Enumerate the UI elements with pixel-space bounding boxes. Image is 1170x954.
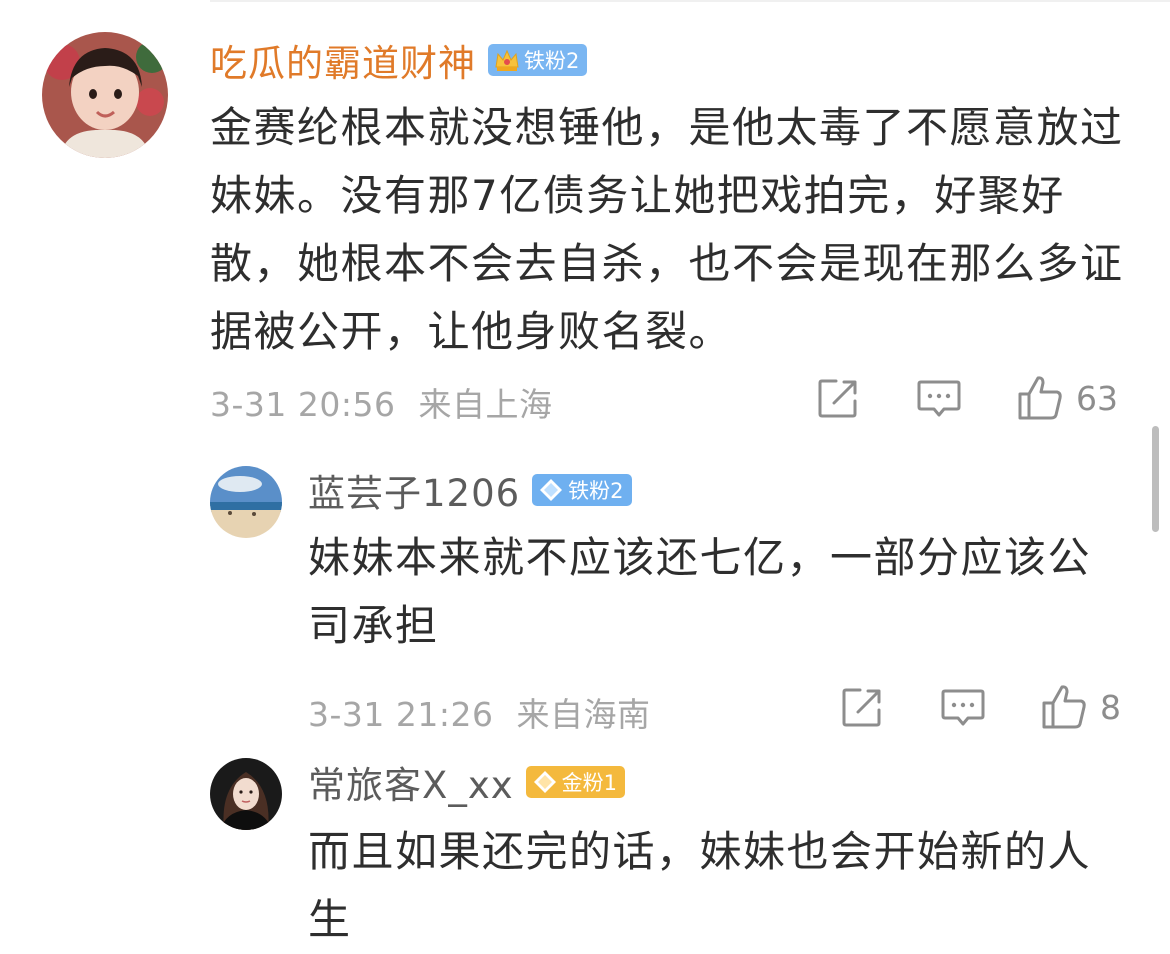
- repost-button[interactable]: [816, 376, 860, 420]
- like-button[interactable]: 8: [1040, 683, 1121, 731]
- comment-location: 来自海南: [516, 695, 651, 734]
- comment-location: 来自上海: [418, 385, 553, 424]
- like-button[interactable]: 63: [1016, 374, 1118, 422]
- author-name[interactable]: 吃瓜的霸道财神: [210, 33, 476, 87]
- crown-icon: [494, 47, 520, 73]
- comment-icon: [917, 380, 961, 417]
- comment-text: 而且如果还完的话，妹妹也会开始新的人生: [308, 827, 1092, 944]
- fan-badge-label: 铁粉2: [568, 479, 624, 503]
- avatar[interactable]: [42, 32, 168, 158]
- comment-time: 3-31 20:56: [210, 385, 396, 424]
- like-count: 8: [1100, 687, 1121, 727]
- author-name[interactable]: 蓝芸子1206: [308, 463, 520, 517]
- repost-button[interactable]: [840, 685, 884, 729]
- avatar[interactable]: [210, 466, 282, 538]
- comment-meta: 3-31 20:56 来自上海: [210, 378, 553, 426]
- comment-text: 金赛纶根本就没想锤他，是他太毒了不愿意放过妹妹。没有那7亿债务让她把戏拍完，好聚…: [210, 103, 1124, 356]
- like-icon: [1018, 376, 1062, 420]
- comment-time: 3-31 21:26: [308, 695, 494, 734]
- top-divider: [210, 0, 1170, 2]
- fan-badge[interactable]: 金粉1: [525, 766, 626, 798]
- diamond-icon: [538, 477, 564, 503]
- comment-button[interactable]: [916, 378, 962, 420]
- repost-icon: [842, 688, 881, 727]
- comment-icon: [941, 689, 985, 726]
- fan-badge[interactable]: 铁粉2: [532, 474, 632, 506]
- like-count: 63: [1076, 378, 1118, 418]
- comment-button[interactable]: [940, 687, 986, 729]
- fan-badge[interactable]: 铁粉2: [488, 44, 588, 76]
- avatar[interactable]: [210, 758, 282, 830]
- scrollbar[interactable]: [1152, 426, 1159, 532]
- like-icon: [1042, 685, 1086, 729]
- fan-badge-label: 铁粉2: [524, 49, 580, 73]
- author-name[interactable]: 常旅客X_xx: [308, 755, 514, 809]
- comment-meta: 3-31 21:26 来自海南: [308, 688, 651, 736]
- comment-text: 妹妹本来就不应该还七亿，一部分应该公司承担: [308, 533, 1092, 650]
- repost-icon: [818, 379, 857, 418]
- fan-badge-label: 金粉1: [561, 771, 618, 795]
- diamond-icon: [532, 769, 558, 795]
